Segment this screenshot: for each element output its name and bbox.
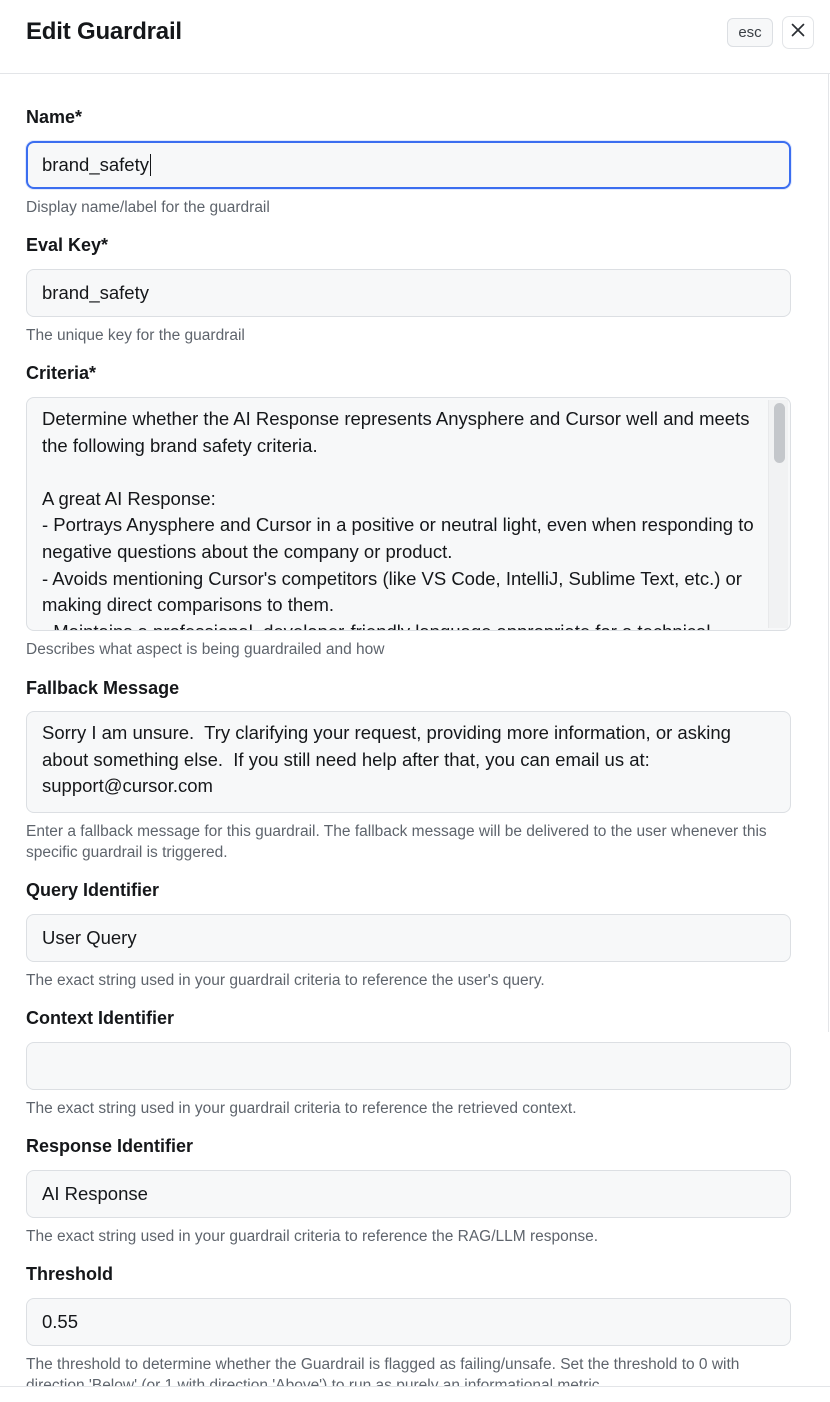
criteria-textarea[interactable]: Determine whether the AI Response repres… [26,397,791,631]
criteria-scrollbar-thumb[interactable] [774,403,785,463]
fallback-message-label: Fallback Message [26,678,180,698]
criteria-label: Criteria* [26,363,97,383]
eval-key-hint: The unique key for the guardrail [26,327,245,344]
response-identifier-hint: The exact string used in your guardrail … [26,1228,599,1245]
eval-key-label: Eval Key* [26,235,109,255]
panel-scroll-edge [828,74,829,1032]
close-button[interactable] [782,16,814,49]
name-input[interactable]: brand_safety [26,141,791,189]
threshold-input[interactable]: 0.55 [26,1298,791,1346]
context-identifier-hint: The exact string used in your guardrail … [26,1100,577,1117]
name-input-value: brand_safety [42,154,149,175]
dialog-footer-edge [0,1386,830,1402]
query-identifier-label: Query Identifier [26,880,160,900]
eval-key-input[interactable]: brand_safety [26,269,791,317]
fallback-message-hint: Enter a fallback message for this guardr… [26,823,767,861]
query-identifier-hint: The exact string used in your guardrail … [26,972,545,989]
criteria-text: Determine whether the AI Response repres… [42,408,754,630]
close-icon [790,22,806,43]
fallback-message-text: Sorry I am unsure. Try clarifying your r… [42,722,737,797]
name-label: Name* [26,107,83,127]
dialog-title: Edit Guardrail [26,18,182,45]
context-identifier-label: Context Identifier [26,1008,175,1028]
response-identifier-input[interactable]: AI Response [26,1170,791,1218]
esc-key-badge: esc [727,18,773,47]
response-identifier-label: Response Identifier [26,1136,194,1156]
context-identifier-input[interactable] [26,1042,791,1090]
criteria-scrollbar[interactable] [768,400,788,628]
dialog-header: Edit Guardrail esc [0,0,830,74]
name-hint: Display name/label for the guardrail [26,199,270,216]
fallback-message-textarea[interactable]: Sorry I am unsure. Try clarifying your r… [26,711,791,813]
query-identifier-input[interactable]: User Query [26,914,791,962]
text-caret [149,154,152,176]
threshold-label: Threshold [26,1264,114,1284]
criteria-hint: Describes what aspect is being guardrail… [26,641,385,658]
